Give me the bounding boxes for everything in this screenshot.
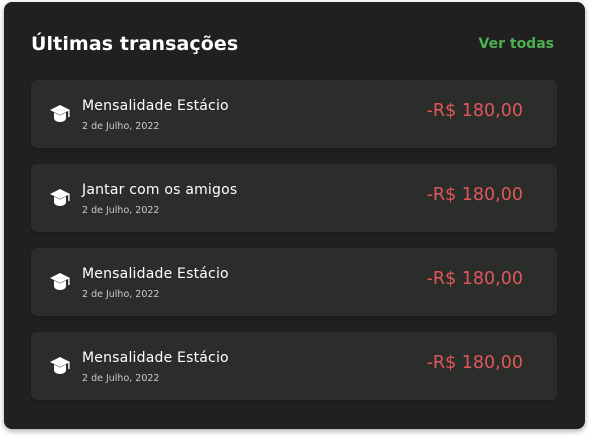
transaction-date: 2 de Julho, 2022 bbox=[82, 373, 160, 384]
transaction-name: Mensalidade Estácio bbox=[82, 98, 229, 114]
card-title: Últimas transações bbox=[31, 33, 239, 55]
transaction-amount: -R$ 180,00 bbox=[426, 185, 523, 205]
graduation-cap-icon bbox=[49, 186, 71, 210]
see-all-link[interactable]: Ver todas bbox=[479, 36, 554, 52]
transaction-date: 2 de Julho, 2022 bbox=[82, 205, 160, 216]
transaction-amount: -R$ 180,00 bbox=[426, 101, 523, 121]
transaction-list: Mensalidade Estácio 2 de Julho, 2022 -R$… bbox=[31, 80, 557, 416]
recent-transactions-card: Últimas transações Ver todas Mensalidade… bbox=[4, 2, 585, 429]
transaction-amount: -R$ 180,00 bbox=[426, 353, 523, 373]
graduation-cap-icon bbox=[49, 354, 71, 378]
transaction-row[interactable]: Mensalidade Estácio 2 de Julho, 2022 -R$… bbox=[31, 80, 557, 148]
transaction-name: Jantar com os amigos bbox=[82, 182, 238, 198]
transaction-date: 2 de Julho, 2022 bbox=[82, 289, 160, 300]
transaction-name: Mensalidade Estácio bbox=[82, 266, 229, 282]
transaction-date: 2 de Julho, 2022 bbox=[82, 121, 160, 132]
transaction-row[interactable]: Mensalidade Estácio 2 de Julho, 2022 -R$… bbox=[31, 248, 557, 316]
graduation-cap-icon bbox=[49, 270, 71, 294]
transaction-row[interactable]: Jantar com os amigos 2 de Julho, 2022 -R… bbox=[31, 164, 557, 232]
transaction-name: Mensalidade Estácio bbox=[82, 350, 229, 366]
card-header: Últimas transações Ver todas bbox=[31, 29, 554, 59]
transaction-amount: -R$ 180,00 bbox=[426, 269, 523, 289]
graduation-cap-icon bbox=[49, 102, 71, 126]
transaction-row[interactable]: Mensalidade Estácio 2 de Julho, 2022 -R$… bbox=[31, 332, 557, 400]
